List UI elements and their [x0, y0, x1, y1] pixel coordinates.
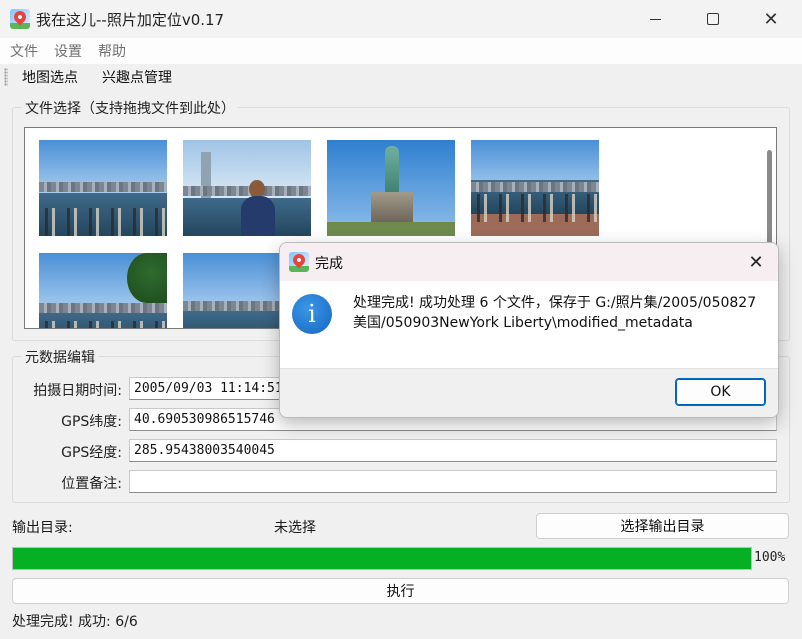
- close-icon: ✕: [763, 8, 779, 30]
- select-output-dir-button[interactable]: 选择输出目录: [536, 513, 789, 539]
- info-icon: i: [292, 294, 332, 334]
- window-title: 我在这儿--照片加定位v0.17: [36, 11, 225, 29]
- location-note-label: 位置备注:: [61, 476, 122, 492]
- title-bar: 我在这儿--照片加定位v0.17 ✕: [0, 0, 802, 38]
- menu-settings[interactable]: 设置: [54, 41, 82, 61]
- photo-thumbnail[interactable]: [471, 140, 599, 236]
- dialog-title: 完成: [315, 256, 343, 272]
- dialog-title-bar: 完成 ✕: [280, 243, 778, 281]
- dialog-footer: OK: [280, 368, 778, 417]
- minimize-icon: [649, 18, 661, 20]
- maximize-icon: [707, 13, 719, 25]
- execute-button[interactable]: 执行: [12, 578, 789, 604]
- close-button[interactable]: ✕: [742, 0, 800, 38]
- photo-thumbnail[interactable]: [39, 253, 167, 328]
- menu-file[interactable]: 文件: [10, 41, 38, 61]
- status-text: 处理完成! 成功: 6/6: [12, 614, 138, 630]
- close-icon: ✕: [748, 251, 764, 273]
- menu-help[interactable]: 帮助: [98, 41, 126, 61]
- ok-button[interactable]: OK: [675, 378, 766, 406]
- completion-dialog: 完成 ✕ i 处理完成! 成功处理 6 个文件，保存于 G:/照片集/2005/…: [279, 242, 779, 418]
- file-select-group-title: 文件选择（支持拖拽文件到此处）: [22, 98, 238, 118]
- progress-percent: 100%: [754, 550, 786, 565]
- gps-longitude-field[interactable]: 285.95438003540045: [129, 439, 777, 462]
- poi-manage-button[interactable]: 兴趣点管理: [102, 67, 172, 87]
- metadata-group-title: 元数据编辑: [22, 347, 98, 367]
- progress-bar: [12, 547, 752, 570]
- app-map-pin-icon: [289, 252, 309, 272]
- photo-thumbnail[interactable]: [183, 140, 311, 236]
- dialog-close-button[interactable]: ✕: [734, 243, 778, 281]
- photo-thumbnail[interactable]: [327, 140, 455, 236]
- output-dir-value: 未选择: [274, 520, 316, 536]
- gps-longitude-label: GPS经度:: [61, 445, 122, 461]
- toolbar-grip-icon[interactable]: [4, 68, 8, 86]
- output-dir-label: 输出目录:: [12, 520, 73, 536]
- photo-thumbnail[interactable]: [39, 140, 167, 236]
- map-select-button[interactable]: 地图选点: [22, 67, 78, 87]
- dialog-message: 处理完成! 成功处理 6 个文件，保存于 G:/照片集/2005/050827美…: [353, 295, 757, 331]
- gps-latitude-label: GPS纬度:: [61, 414, 122, 430]
- minimize-button[interactable]: [626, 0, 684, 38]
- maximize-button[interactable]: [684, 0, 742, 38]
- toolbar: 地图选点 兴趣点管理: [0, 64, 802, 90]
- progress-fill: [13, 548, 751, 569]
- datetime-label: 拍摄日期时间:: [33, 383, 122, 399]
- menu-bar: 文件 设置 帮助: [0, 38, 802, 64]
- location-note-field[interactable]: [129, 470, 777, 493]
- app-map-pin-icon: [10, 9, 30, 29]
